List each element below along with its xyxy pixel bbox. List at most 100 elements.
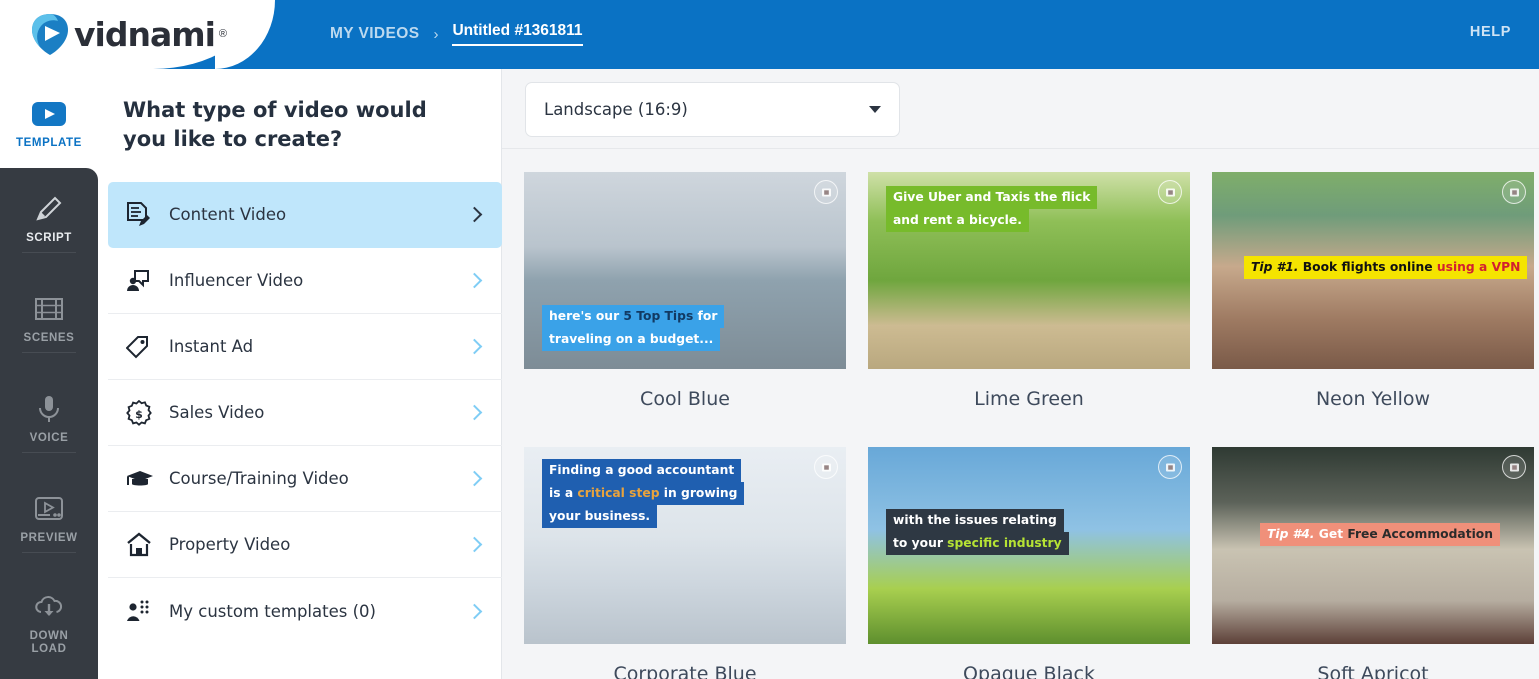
template-card[interactable]: Tip #4. Get Free Accommodation Soft Apric… [1212, 447, 1534, 679]
type-row-property-video[interactable]: Property Video [108, 512, 502, 578]
template-grid: here's our 5 Top Tips for traveling on a … [502, 150, 1539, 679]
template-name: Lime Green [974, 388, 1084, 410]
caption-segment: 5 Top Tips [623, 309, 694, 323]
template-card[interactable]: with the issues relating to your specific… [868, 447, 1190, 679]
type-label-course-training-video: Course/Training Video [169, 469, 349, 488]
template-thumbnail[interactable]: with the issues relating to your specific… [868, 447, 1190, 644]
tag-icon [126, 335, 162, 359]
pencil-icon [34, 193, 64, 225]
video-badge-icon [1158, 455, 1182, 479]
type-row-influencer-video[interactable]: Influencer Video [108, 248, 502, 314]
template-name: Corporate Blue [613, 663, 757, 679]
custom-person-icon [126, 599, 162, 623]
template-card[interactable]: Give Uber and Taxis the flick and rent a … [868, 172, 1190, 447]
caption-overlay: here's our 5 Top Tips for traveling on a … [542, 305, 725, 351]
rail-item-download[interactable]: DOWN LOAD [0, 591, 98, 656]
caption-segment: Tip #4. [1267, 527, 1315, 541]
template-thumbnail[interactable]: here's our 5 Top Tips for traveling on a … [524, 172, 846, 369]
template-thumbnail[interactable]: Finding a good accountant is a critical s… [524, 447, 846, 644]
type-label-property-video: Property Video [169, 535, 291, 554]
rail-item-script[interactable]: SCRIPT [0, 193, 98, 245]
app-header: vidnami ® MY VIDEOS › Untitled #1361811 … [0, 0, 1539, 69]
rail-item-preview[interactable]: PREVIEW [0, 493, 98, 545]
film-icon [34, 293, 64, 325]
caption-line: Finding a good accountant [542, 459, 742, 482]
vidnami-logo-icon [32, 14, 68, 55]
type-row-my-custom-templates[interactable]: My custom templates (0) [108, 578, 502, 644]
breadcrumb-my-videos[interactable]: MY VIDEOS [330, 25, 419, 43]
video-badge-icon [1502, 180, 1526, 204]
caption-segment: here's our [549, 309, 624, 323]
template-card[interactable]: Tip #1. Book flights online using a VPN N… [1212, 172, 1534, 447]
video-type-panel: What type of video would you like to cre… [98, 69, 502, 679]
rail-item-voice[interactable]: VOICE [0, 393, 98, 445]
cloud-download-icon [33, 591, 65, 623]
rail-label-script: SCRIPT [26, 232, 72, 244]
aspect-ratio-select[interactable]: Landscape (16:9) [525, 82, 900, 137]
panel-title: What type of video would you like to cre… [123, 98, 427, 151]
caption-segment: Free Accommodation [1347, 527, 1494, 541]
chevron-right-icon [466, 404, 483, 421]
rail-divider [22, 252, 76, 253]
rail-item-template[interactable]: TEMPLATE [0, 98, 98, 150]
template-card[interactable]: here's our 5 Top Tips for traveling on a … [524, 172, 846, 447]
rail-label-preview: PREVIEW [20, 532, 78, 544]
caption-segment: critical step [577, 486, 660, 500]
caption-line: Tip #1. Book flights online using a VPN [1244, 256, 1528, 279]
document-pencil-icon [126, 201, 162, 228]
type-label-influencer-video: Influencer Video [169, 271, 304, 290]
type-row-sales-video[interactable]: $ Sales Video [108, 380, 502, 446]
vidnami-logo[interactable]: vidnami ® [30, 12, 227, 56]
help-link[interactable]: HELP [1470, 24, 1511, 40]
caption-line: traveling on a budget... [542, 328, 721, 351]
caption-overlay: with the issues relating to your specific… [886, 509, 1069, 555]
type-label-instant-ad: Instant Ad [169, 337, 254, 356]
rail-label-voice: VOICE [29, 432, 69, 444]
type-row-instant-ad[interactable]: Instant Ad [108, 314, 502, 380]
template-thumbnail[interactable]: Give Uber and Taxis the flick and rent a … [868, 172, 1190, 369]
caption-overlay: Finding a good accountant is a critical s… [542, 459, 745, 528]
caption-line: to your specific industry [886, 532, 1069, 555]
dollar-badge-icon: $ [126, 399, 162, 426]
template-thumbnail[interactable]: Tip #1. Book flights online using a VPN [1212, 172, 1534, 369]
caption-segment: to your [893, 536, 948, 550]
caption-overlay: Give Uber and Taxis the flick and rent a … [886, 186, 1098, 232]
type-row-course-training-video[interactable]: Course/Training Video [108, 446, 502, 512]
caption-segment: for [693, 309, 718, 323]
rail-label-download: DOWN LOAD [29, 630, 69, 655]
breadcrumb: MY VIDEOS › Untitled #1361811 [330, 22, 583, 46]
template-name: Neon Yellow [1315, 388, 1431, 410]
rail-label-template: TEMPLATE [16, 137, 82, 149]
chevron-right-icon [466, 206, 483, 223]
caption-segment: is a [549, 486, 578, 500]
caption-segment: traveling on a budget... [549, 332, 714, 346]
video-type-list: Content Video Influencer Video Instant A… [108, 182, 502, 644]
caption-overlay: Tip #1. Book flights online using a VPN [1244, 256, 1528, 279]
type-row-content-video[interactable]: Content Video [108, 182, 502, 248]
caption-segment: specific industry [947, 536, 1062, 550]
template-thumbnail[interactable]: Tip #4. Get Free Accommodation [1212, 447, 1534, 644]
video-badge-icon [1158, 180, 1182, 204]
caption-line: Tip #4. Get Free Accommodation [1260, 523, 1501, 546]
caption-line: with the issues relating [886, 509, 1064, 532]
breadcrumb-current-project[interactable]: Untitled #1361811 [452, 22, 583, 46]
caption-line: is a critical step in growing [542, 482, 745, 505]
rail-divider [22, 552, 76, 553]
caption-line: Give Uber and Taxis the flick [886, 186, 1098, 209]
breadcrumb-chevron-icon: › [433, 25, 439, 43]
rail-divider [22, 452, 76, 453]
template-card[interactable]: Finding a good accountant is a critical s… [524, 447, 846, 679]
microphone-icon [36, 393, 62, 425]
chevron-right-icon [466, 338, 483, 355]
person-speech-icon [126, 268, 162, 294]
template-name: Cool Blue [640, 388, 730, 410]
caption-line: and rent a bicycle. [886, 209, 1029, 232]
aspect-ratio-value: Landscape (16:9) [544, 100, 688, 119]
type-label-my-custom-templates: My custom templates (0) [169, 601, 376, 621]
preview-player-icon [34, 493, 64, 525]
rail-item-scenes[interactable]: SCENES [0, 293, 98, 345]
caption-segment: in growing [659, 486, 738, 500]
template-name: Soft Apricot [1317, 663, 1429, 679]
caption-segment: Get [1314, 527, 1348, 541]
play-template-icon [32, 98, 66, 130]
